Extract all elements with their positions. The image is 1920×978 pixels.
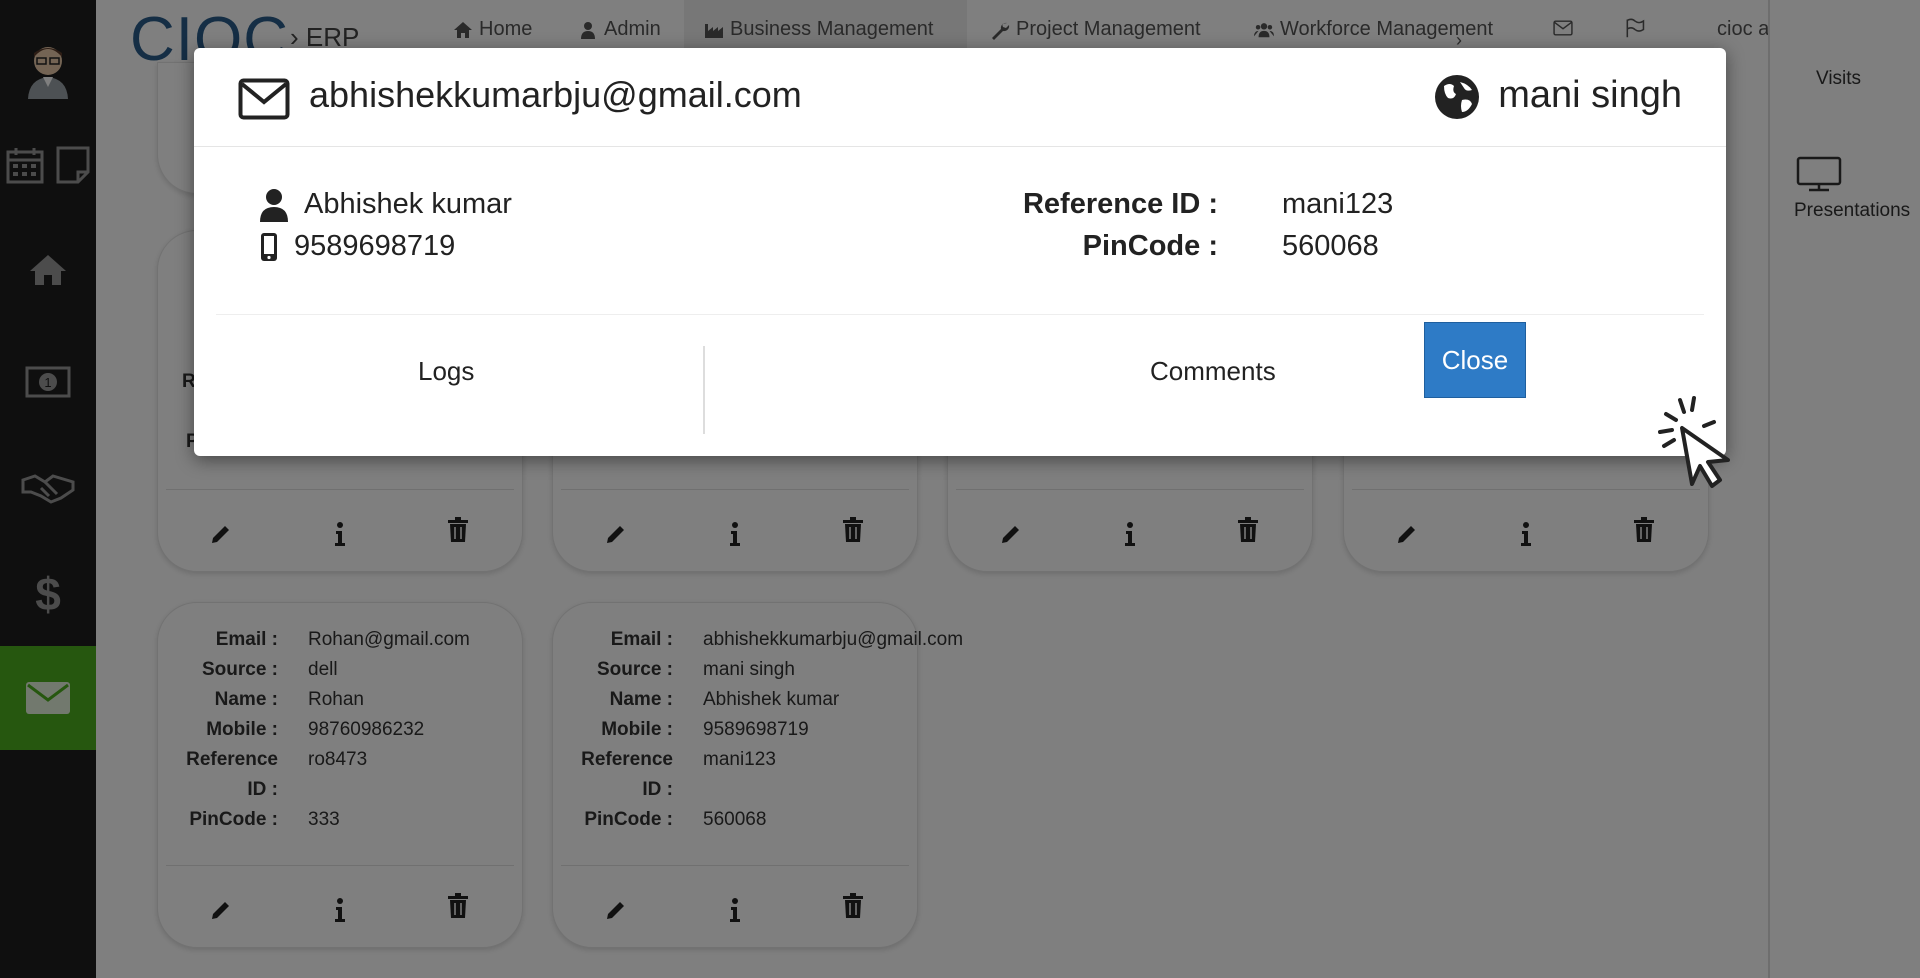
close-button[interactable]: Close (1424, 322, 1526, 398)
tab-logs[interactable]: Logs (418, 356, 474, 387)
envelope-icon (238, 78, 290, 120)
click-cursor-icon (1658, 396, 1730, 488)
modal-header: abhishekkumarbju@gmail.com mani singh (194, 48, 1726, 147)
modal-ref-label: Reference ID : (1022, 188, 1218, 220)
modal-ref-value: mani123 (1282, 188, 1394, 220)
user-icon (260, 189, 288, 222)
modal-email: abhishekkumarbju@gmail.com (309, 74, 802, 115)
globe-icon (1435, 75, 1479, 119)
modal-pin-value: 560068 (1282, 230, 1379, 262)
mobile-icon (261, 233, 277, 261)
modal-mobile: 9589698719 (294, 230, 456, 262)
modal-pin-label: PinCode : (1082, 230, 1218, 262)
modal-divider (216, 314, 1704, 315)
tab-comments[interactable]: Comments (1150, 356, 1276, 387)
modal-name: Abhishek kumar (304, 188, 512, 220)
modal-source: mani singh (1498, 74, 1682, 116)
close-button-label: Close (1441, 344, 1509, 375)
tab-separator (703, 346, 705, 434)
